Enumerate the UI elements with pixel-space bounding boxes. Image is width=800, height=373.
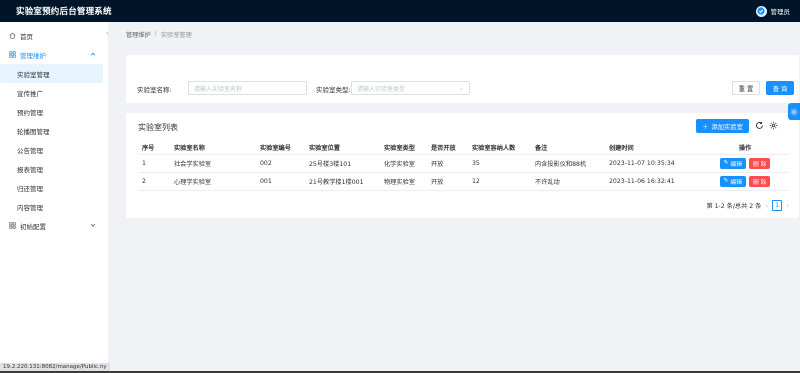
cell-code: 001 (256, 172, 305, 191)
breadcrumb-separator: / (154, 30, 157, 37)
column-header: 实验室名称 (170, 141, 256, 155)
sidebar-subitem-returns[interactable]: 归还管理 (0, 178, 108, 197)
sidebar-subitem-promotion[interactable]: 宣传推广 (0, 83, 108, 102)
cell-actions: ✎ 编辑删 除 (698, 172, 788, 191)
column-header: 创建时间 (605, 141, 698, 155)
sidebar: 首页 管理维护 实验室管理 宣传推广 预约管理 轮播图管理 公告管理 报表管理 … (0, 22, 109, 373)
cell-name: 心理学实验室 (170, 172, 256, 191)
sidebar-item-home[interactable]: 首页 (0, 26, 108, 45)
user-avatar-icon (757, 7, 765, 15)
chevron-down-icon (90, 222, 96, 230)
cell-index: 1 (138, 154, 170, 173)
column-header: 实验室编号 (256, 141, 305, 155)
sidebar-item-initial-config[interactable]: 初始配置 (0, 216, 108, 235)
edit-button[interactable]: ✎ 编辑 (719, 157, 747, 169)
gear-icon (790, 108, 798, 115)
cell-actions: ✎ 编辑删 除 (698, 154, 788, 173)
sidebar-subitem-lab-management[interactable]: 实验室管理 (0, 64, 103, 83)
search-panel: 实验室名称: 请输入实验室名称 实验室类型: 请输入实验室类型 ⌄ 重 置 查 … (126, 55, 799, 103)
sidebar-subitem-reservations[interactable]: 预约管理 (0, 102, 108, 121)
sidebar-item-label: 管理维护 (20, 51, 46, 60)
settings-icon[interactable] (769, 121, 778, 133)
breadcrumb-parent[interactable]: 管理维护 (126, 30, 151, 39)
lab-name-input[interactable]: 请输入实验室名称 (188, 81, 307, 95)
column-header: 是否开放 (427, 141, 468, 155)
lab-name-label: 实验室名称: (137, 86, 172, 94)
chevron-up-icon (90, 51, 96, 59)
delete-button[interactable]: 删 除 (749, 175, 771, 187)
chevron-down-icon: ⌄ (458, 84, 464, 92)
edit-label: 编辑 (730, 179, 743, 186)
sidebar-subitem-announcements[interactable]: 公告管理 (0, 140, 108, 159)
column-header: 实验室容纳人数 (468, 141, 531, 155)
plus-icon: ＋ (702, 123, 709, 131)
main-content: 管理维护 / 实验室管理 实验室名称: 请输入实验室名称 实验室类型: 请输入实… (109, 22, 800, 373)
cell-code: 002 (256, 154, 305, 173)
table-row: 2 心理学实验室 001 21号教学楼1楼001 物理实验室 开放 12 不许乱… (138, 172, 788, 191)
edit-label: 编辑 (730, 161, 743, 168)
cell-type: 化学实验室 (380, 154, 427, 173)
pagination-summary: 第 1-2 条/总共 2 条 (706, 203, 762, 210)
page-number-current[interactable]: 1 (772, 200, 783, 211)
delete-button[interactable]: 删 除 (749, 157, 771, 169)
lab-name-placeholder: 请输入实验室名称 (194, 85, 243, 93)
home-icon (8, 32, 16, 39)
sidebar-item-label: 首页 (20, 32, 33, 41)
grid-icon (8, 222, 16, 229)
query-button[interactable]: 查 询 (766, 81, 794, 95)
lab-table: 序号 实验室名称 实验室编号 实验室位置 实验室类型 是否开放 实验室容纳人数 … (138, 141, 788, 191)
breadcrumb-current: 实验室管理 (160, 32, 192, 39)
edit-button[interactable]: ✎ 编辑 (719, 175, 747, 187)
cell-capacity: 35 (468, 154, 531, 173)
top-bar: 实验室预约后台管理系统 管理员 (0, 0, 800, 22)
table-header-row: 序号 实验室名称 实验室编号 实验室位置 实验室类型 是否开放 实验室容纳人数 … (138, 141, 788, 155)
column-header: 序号 (138, 141, 170, 155)
settings-drawer-tab[interactable] (788, 103, 800, 120)
app-title: 实验室预约后台管理系统 (16, 7, 112, 17)
column-header: 操作 (698, 141, 788, 155)
column-header: 备注 (531, 141, 605, 155)
cell-remark: 内含投影仪和88机 (531, 154, 605, 173)
cell-name: 社会学实验室 (170, 154, 256, 173)
refresh-icon[interactable] (755, 121, 764, 133)
cell-capacity: 12 (468, 172, 531, 191)
lab-type-select[interactable]: 请输入实验室类型 ⌄ (351, 81, 470, 95)
sidebar-subitem-reports[interactable]: 报表管理 (0, 159, 108, 178)
user-menu[interactable]: 管理员 (755, 5, 791, 17)
breadcrumb: 管理维护 / 实验室管理 (126, 30, 192, 39)
column-header: 实验室类型 (380, 141, 427, 155)
sidebar-item-label: 初始配置 (20, 222, 46, 231)
cell-remark: 不许乱动 (531, 172, 605, 191)
column-header: 实验室位置 (305, 141, 380, 155)
cell-open: 开放 (427, 172, 468, 191)
table-row: 1 社会学实验室 002 25号楼3楼101 化学实验室 开放 35 内含投影仪… (138, 154, 788, 173)
cell-created: 2023-11-07 10:35:34 (605, 154, 698, 173)
user-name: 管理员 (770, 8, 791, 16)
grid-icon (8, 51, 16, 58)
edit-icon: ✎ (723, 178, 729, 184)
cell-index: 2 (138, 172, 170, 191)
prev-page-icon[interactable]: ‹ (765, 202, 768, 210)
add-lab-button[interactable]: ＋ 添加实验室 (696, 119, 749, 133)
cell-open: 开放 (427, 154, 468, 173)
sidebar-subitem-content[interactable]: 内容管理 (0, 197, 108, 216)
cell-location: 25号楼3楼101 (305, 154, 380, 173)
table-title: 实验室列表 (138, 123, 178, 132)
cell-created: 2023-11-06 16:32:41 (605, 172, 698, 191)
next-page-icon[interactable]: › (786, 202, 789, 210)
lab-type-placeholder: 请输入实验室类型 (357, 85, 406, 93)
sidebar-subitem-carousel[interactable]: 轮播图管理 (0, 121, 108, 140)
sidebar-item-management[interactable]: 管理维护 (0, 45, 108, 64)
lab-type-label: 实验室类型: (316, 86, 351, 94)
add-lab-label: 添加实验室 (711, 123, 743, 131)
avatar (755, 5, 767, 17)
cell-location: 21号教学楼1楼001 (305, 172, 380, 191)
lab-list-panel: 实验室列表 ＋ 添加实验室 序号 实验室名称 实验室编号 实验室位置 实验室类型 (126, 113, 799, 218)
edit-icon: ✎ (723, 160, 729, 166)
pagination: 第 1-2 条/总共 2 条 ‹ 1 › (706, 200, 789, 211)
cell-type: 物理实验室 (380, 172, 427, 191)
reset-button[interactable]: 重 置 (732, 81, 760, 95)
